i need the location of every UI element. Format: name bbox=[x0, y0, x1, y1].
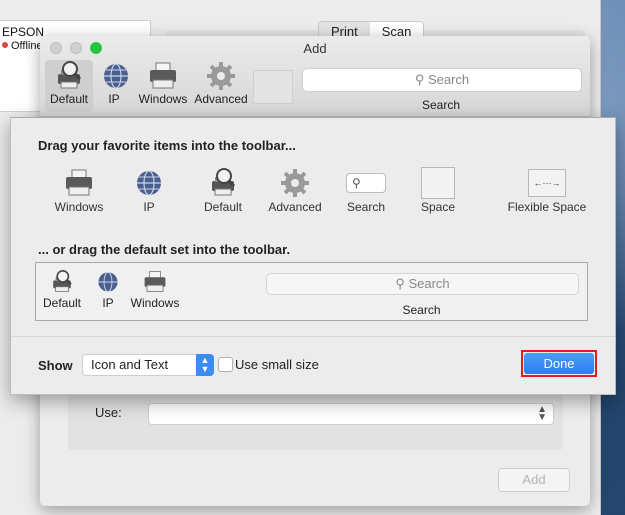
palette-search[interactable]: ⚲ Search bbox=[343, 166, 389, 214]
default-printer-icon bbox=[46, 268, 78, 296]
customize-toolbar-sheet: Drag your favorite items into the toolba… bbox=[10, 117, 616, 395]
flexible-space-icon: ←···→ bbox=[528, 169, 566, 197]
ip-globe-icon bbox=[129, 166, 169, 200]
palette-advanced-label: Advanced bbox=[268, 200, 322, 214]
done-highlight-box: Done bbox=[521, 350, 597, 377]
add-button[interactable]: Add bbox=[498, 468, 570, 492]
search-icon: ⚲ bbox=[414, 72, 428, 87]
default-printer-icon bbox=[49, 60, 89, 92]
toolbar-ip[interactable]: IP bbox=[96, 60, 132, 106]
toolbar-search-field[interactable]: ⚲ Search bbox=[302, 68, 582, 92]
search-icon: ⚲ bbox=[395, 276, 409, 291]
default-set-ip: IP bbox=[92, 268, 124, 310]
printer-name[interactable]: EPSON bbox=[2, 25, 44, 39]
palette-space[interactable]: Space bbox=[415, 166, 461, 214]
toolbar-windows-label: Windows bbox=[138, 92, 188, 106]
chevron-updown-icon: ▲ ▼ bbox=[196, 354, 214, 376]
palette-windows[interactable]: Windows bbox=[51, 166, 107, 214]
ip-globe-icon bbox=[96, 60, 136, 92]
toolbar-advanced[interactable]: Advanced bbox=[193, 60, 249, 106]
search-icon: ⚲ bbox=[346, 173, 386, 193]
windows-printer-icon bbox=[139, 268, 171, 296]
toolbar-default[interactable]: Default bbox=[45, 60, 93, 112]
palette-flexible-space-label: Flexible Space bbox=[507, 200, 587, 214]
advanced-gear-icon bbox=[201, 60, 241, 92]
toolbar-ip-label: IP bbox=[108, 92, 120, 106]
windows-printer-icon bbox=[143, 60, 183, 92]
palette-space-label: Space bbox=[420, 200, 456, 214]
windows-printer-icon bbox=[59, 166, 99, 200]
palette-windows-label: Windows bbox=[54, 200, 104, 214]
use-label: Use: bbox=[95, 405, 122, 420]
toolbar-windows[interactable]: Windows bbox=[136, 60, 190, 106]
toolbar-blank-slot bbox=[253, 70, 293, 104]
default-set-windows-label: Windows bbox=[130, 296, 180, 310]
default-set-ip-label: IP bbox=[102, 296, 114, 310]
show-mode-value: Icon and Text bbox=[91, 357, 169, 372]
default-set-heading: ... or drag the default set into the too… bbox=[38, 242, 291, 257]
default-set-search-placeholder: Search bbox=[408, 276, 450, 291]
show-mode-select[interactable]: Icon and Text ▲ ▼ bbox=[82, 354, 214, 376]
space-icon bbox=[421, 167, 455, 199]
default-printer-icon bbox=[203, 166, 243, 200]
status-dot-icon bbox=[2, 42, 8, 48]
done-button[interactable]: Done bbox=[524, 353, 594, 374]
space-preview bbox=[418, 166, 458, 200]
select-arrows-icon: ▲ ▼ bbox=[537, 404, 547, 423]
toolbar-advanced-label: Advanced bbox=[194, 92, 248, 106]
default-set-search-label: Search bbox=[402, 303, 441, 317]
default-set-default: Default bbox=[40, 268, 84, 310]
printer-status: Offline bbox=[2, 40, 43, 52]
default-set-search-field: ⚲ Search bbox=[266, 273, 579, 295]
ip-globe-icon bbox=[92, 268, 124, 296]
toolbar-search-placeholder: Search bbox=[427, 72, 470, 87]
palette-search-label: Search bbox=[346, 200, 386, 214]
window-title: Add bbox=[303, 41, 327, 56]
palette-ip[interactable]: IP bbox=[129, 166, 169, 214]
palette-ip-label: IP bbox=[143, 200, 155, 214]
toolbar-default-label: Default bbox=[49, 92, 89, 106]
toolbar-search-label: Search bbox=[421, 98, 461, 112]
palette-default-label: Default bbox=[203, 200, 243, 214]
palette-default[interactable]: Default bbox=[199, 166, 247, 214]
small-size-label[interactable]: Use small size bbox=[235, 357, 319, 372]
palette-advanced[interactable]: Advanced bbox=[265, 166, 325, 214]
palette-flexible-space[interactable]: ←···→ Flexible Space bbox=[507, 166, 587, 214]
printer-status-text: Offline bbox=[11, 40, 43, 52]
default-toolbar-set[interactable]: Default IP Windows ⚲ Search Search bbox=[35, 262, 588, 321]
advanced-gear-icon bbox=[275, 166, 315, 200]
use-driver-select[interactable]: ▲ ▼ bbox=[148, 403, 554, 425]
add-window-titlebar: Add Default IP Windows Advanced ⚲ Search… bbox=[40, 36, 590, 117]
search-field-preview: ⚲ bbox=[346, 166, 386, 200]
flexible-space-preview: ←···→ bbox=[527, 166, 567, 200]
favorites-heading: Drag your favorite items into the toolba… bbox=[38, 138, 296, 153]
show-label: Show bbox=[38, 358, 73, 373]
default-set-default-label: Default bbox=[42, 296, 82, 310]
small-size-checkbox[interactable] bbox=[218, 357, 233, 372]
default-set-windows: Windows bbox=[128, 268, 182, 310]
